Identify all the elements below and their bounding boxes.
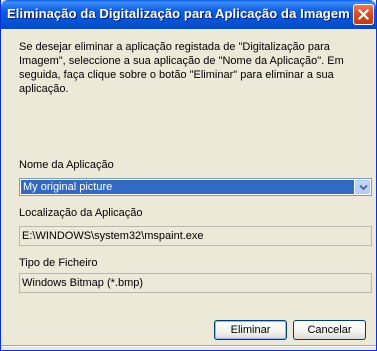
close-icon (358, 9, 369, 20)
app-name-label: Nome da Aplicação (19, 159, 114, 171)
chevron-down-icon (359, 184, 368, 191)
dialog-window: Eliminação da Digitalização para Aplicaç… (0, 0, 377, 351)
delete-button[interactable]: Eliminar (214, 320, 287, 340)
dropdown-button[interactable] (355, 180, 370, 194)
cancel-button[interactable]: Cancelar (293, 320, 366, 340)
app-name-select[interactable]: My original picture (19, 178, 372, 196)
app-location-label: Localização da Aplicação (19, 207, 143, 219)
instruction-text: Se desejar eliminar a aplicação registad… (19, 41, 344, 95)
file-type-field: Windows Bitmap (*.bmp) (19, 273, 372, 293)
close-button[interactable] (353, 4, 374, 25)
window-title: Eliminação da Digitalização para Aplicaç… (7, 6, 350, 21)
bottom-separator (1, 345, 376, 347)
app-location-field: E:\WINDOWS\system32\mspaint.exe (19, 226, 372, 246)
title-bar[interactable]: Eliminação da Digitalização para Aplicaç… (1, 0, 376, 29)
file-type-label: Tipo de Ficheiro (19, 257, 98, 269)
app-name-selected-value[interactable]: My original picture (21, 180, 354, 194)
